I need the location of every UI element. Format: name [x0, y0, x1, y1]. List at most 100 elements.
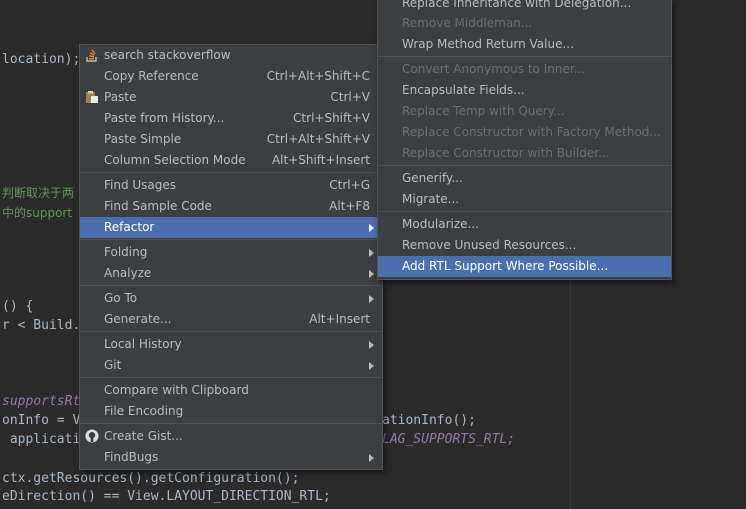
menu-item-find-usages[interactable]: Find Usages Ctrl+G: [80, 175, 382, 196]
submenu-item-add-rtl-support[interactable]: Add RTL Support Where Possible...: [378, 256, 671, 277]
menu-item-label: Copy Reference: [104, 69, 199, 83]
menu-item-shortcut: Ctrl+Alt+Shift+C: [266, 69, 370, 83]
submenu-item-remove-middleman: Remove Middleman...: [378, 13, 671, 34]
submenu-arrow-icon: [369, 270, 374, 278]
menu-item-paste-simple[interactable]: Paste Simple Ctrl+Alt+Shift+V: [80, 129, 382, 150]
menu-item-label: search stackoverflow: [104, 48, 231, 62]
submenu-item-replace-temp-with-query: Replace Temp with Query...: [378, 101, 671, 122]
stackoverflow-icon: [85, 48, 99, 62]
menu-item-label: Generify...: [402, 171, 463, 185]
menu-item-search-stackoverflow[interactable]: search stackoverflow: [80, 45, 382, 66]
code-line: ationInfo();: [382, 413, 476, 428]
submenu-item-generify[interactable]: Generify...: [378, 168, 671, 189]
menu-separator: [80, 239, 382, 240]
menu-item-refactor[interactable]: Refactor: [80, 217, 382, 238]
menu-item-label: Remove Unused Resources...: [402, 238, 577, 252]
menu-item-compare-with-clipboard[interactable]: Compare with Clipboard: [80, 380, 382, 401]
menu-item-generate[interactable]: Generate... Alt+Insert: [80, 309, 382, 330]
menu-item-label: Replace Constructor with Builder...: [402, 146, 610, 160]
submenu-item-encapsulate-fields[interactable]: Encapsulate Fields...: [378, 80, 671, 101]
menu-item-label: Wrap Method Return Value...: [402, 37, 574, 51]
menu-item-go-to[interactable]: Go To: [80, 288, 382, 309]
menu-separator: [80, 172, 382, 173]
code-line: location);: [2, 52, 81, 67]
menu-item-copy-reference[interactable]: Copy Reference Ctrl+Alt+Shift+C: [80, 66, 382, 87]
paste-icon: [85, 90, 99, 104]
menu-item-label: Create Gist...: [104, 429, 183, 443]
menu-item-label: Paste Simple: [104, 132, 182, 146]
github-icon: [85, 429, 99, 443]
menu-item-label: Compare with Clipboard: [104, 383, 249, 397]
code-line: supportsRt: [2, 394, 81, 409]
menu-item-create-gist[interactable]: Create Gist...: [80, 426, 382, 447]
submenu-item-convert-anonymous-to-inner: Convert Anonymous to Inner...: [378, 59, 671, 80]
menu-item-label: Migrate...: [402, 192, 460, 206]
menu-item-column-selection-mode[interactable]: Column Selection Mode Alt+Shift+Insert: [80, 150, 382, 171]
menu-item-label: Find Sample Code: [104, 199, 212, 213]
submenu-arrow-icon: [369, 454, 374, 462]
submenu-arrow-icon: [369, 249, 374, 257]
menu-item-label: Add RTL Support Where Possible...: [402, 259, 609, 273]
submenu-item-migrate[interactable]: Migrate...: [378, 189, 671, 210]
menu-item-label: Paste: [104, 90, 137, 104]
menu-separator: [80, 377, 382, 378]
menu-separator: [378, 56, 671, 57]
menu-item-shortcut: Ctrl+Shift+V: [293, 111, 370, 125]
submenu-item-wrap-method-return-value[interactable]: Wrap Method Return Value...: [378, 34, 671, 55]
menu-separator: [378, 165, 671, 166]
submenu-item-replace-constructor-with-factory-method: Replace Constructor with Factory Method.…: [378, 122, 671, 143]
code-line: () {: [2, 299, 34, 314]
menu-item-find-sample-code[interactable]: Find Sample Code Alt+F8: [80, 196, 382, 217]
submenu-item-replace-inheritance-with-delegation[interactable]: Replace Inheritance with Delegation...: [378, 0, 671, 14]
menu-separator: [80, 285, 382, 286]
editor-context-menu: search stackoverflow Copy Reference Ctrl…: [79, 44, 383, 470]
menu-item-label: Go To: [104, 291, 138, 305]
menu-item-shortcut: Ctrl+Alt+Shift+V: [266, 132, 370, 146]
menu-item-label: Paste from History...: [104, 111, 225, 125]
code-line: onInfo = V: [2, 413, 81, 428]
menu-item-label: File Encoding: [104, 404, 184, 418]
refactor-submenu: Replace Inheritance with Delegation... R…: [377, 0, 672, 280]
menu-item-shortcut: Alt+Shift+Insert: [271, 153, 370, 167]
submenu-arrow-icon: [369, 295, 374, 303]
menu-item-paste-from-history[interactable]: Paste from History... Ctrl+Shift+V: [80, 108, 382, 129]
submenu-item-remove-unused-resources[interactable]: Remove Unused Resources...: [378, 235, 671, 256]
menu-item-label: Generate...: [104, 312, 172, 326]
menu-item-label: Refactor: [104, 220, 155, 234]
submenu-item-replace-constructor-with-builder: Replace Constructor with Builder...: [378, 143, 671, 164]
menu-item-label: Analyze: [104, 266, 152, 280]
code-line: r < Build.V: [2, 318, 89, 333]
menu-item-label: Replace Constructor with Factory Method.…: [402, 125, 661, 139]
menu-separator: [80, 423, 382, 424]
menu-item-label: Git: [104, 358, 122, 372]
menu-item-shortcut: Ctrl+V: [330, 90, 370, 104]
menu-item-shortcut: Ctrl+G: [329, 178, 370, 192]
menu-item-label: Folding: [104, 245, 148, 259]
menu-item-local-history[interactable]: Local History: [80, 334, 382, 355]
menu-item-file-encoding[interactable]: File Encoding: [80, 401, 382, 422]
menu-item-findbugs[interactable]: FindBugs: [80, 447, 382, 468]
menu-item-shortcut: Alt+F8: [329, 199, 370, 213]
menu-separator: [80, 331, 382, 332]
menu-item-analyze[interactable]: Analyze: [80, 263, 382, 284]
code-comment-line: 判断取决于两: [2, 186, 75, 200]
menu-item-label: Remove Middleman...: [402, 16, 533, 30]
menu-item-paste[interactable]: Paste Ctrl+V: [80, 87, 382, 108]
submenu-item-modularize[interactable]: Modularize...: [378, 214, 671, 235]
menu-item-label: Find Usages: [104, 178, 177, 192]
submenu-arrow-icon: [369, 362, 374, 370]
menu-item-shortcut: Alt+Insert: [309, 312, 370, 326]
menu-item-folding[interactable]: Folding: [80, 242, 382, 263]
menu-item-git[interactable]: Git: [80, 355, 382, 376]
code-line: LAG_SUPPORTS_RTL;: [382, 432, 516, 447]
menu-item-label: Local History: [104, 337, 182, 351]
menu-item-label: Modularize...: [402, 217, 479, 231]
submenu-arrow-icon: [369, 341, 374, 349]
menu-item-label: FindBugs: [104, 450, 159, 464]
submenu-arrow-icon: [369, 224, 374, 232]
menu-separator: [378, 211, 671, 212]
menu-item-label: Column Selection Mode: [104, 153, 246, 167]
code-line: eDirection() == View.LAYOUT_DIRECTION_RT…: [2, 489, 331, 504]
menu-item-label: Replace Temp with Query...: [402, 104, 565, 118]
menu-item-label: Replace Inheritance with Delegation...: [402, 0, 632, 10]
